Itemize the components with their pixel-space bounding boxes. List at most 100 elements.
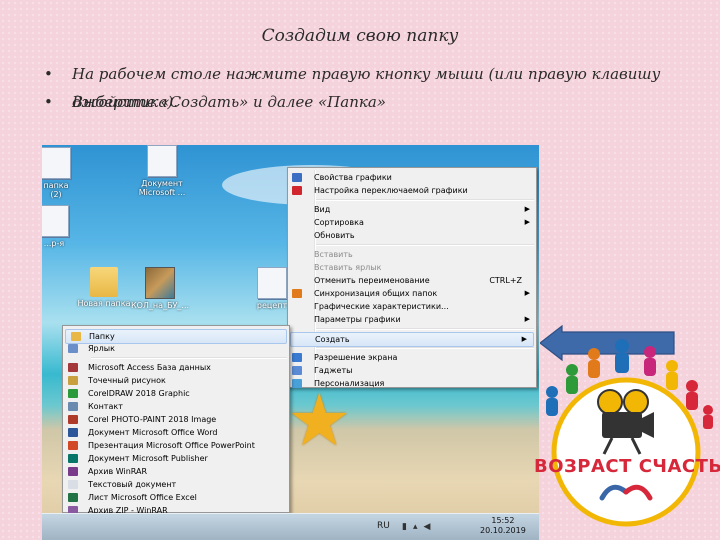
submenu-arrow-icon: ▶: [524, 218, 530, 226]
clock[interactable]: 15:52 20.10.2019: [480, 516, 526, 536]
menu-item-label: Презентация Microsoft Office PowerPoint: [88, 441, 255, 450]
folder-icon: [71, 332, 81, 341]
create-submenu-item[interactable]: Лист Microsoft Office Excel: [63, 491, 289, 504]
submenu-arrow-icon: ▶: [524, 289, 530, 297]
create-submenu: Папку Ярлык Microsoft Access База данных То…: [62, 325, 290, 528]
context-menu-item[interactable]: Синхронизация общих папок ▶: [288, 287, 536, 300]
submenu-arrow-icon: ▶: [524, 315, 530, 323]
image-file-icon: [145, 267, 175, 299]
context-menu-item[interactable]: Персонализация: [288, 377, 536, 390]
create-submenu-item[interactable]: Точечный рисунок: [63, 374, 289, 387]
menu-separator: [91, 357, 287, 359]
menu-item-label: Вставить: [314, 250, 353, 259]
context-menu-item[interactable]: Сортировка ▶: [288, 216, 536, 229]
menu-item-label: Параметры графики: [314, 315, 401, 324]
create-submenu-item[interactable]: Презентация Microsoft Office PowerPoint: [63, 439, 289, 452]
context-menu-item[interactable]: Вставить: [288, 248, 536, 261]
menu-item-label: Текстовый документ: [88, 480, 177, 489]
context-menu-item[interactable]: Разрешение экрана: [288, 351, 536, 364]
desktop-icon-label: КОЛ_на_БУ_...: [130, 301, 190, 310]
context-menu-item[interactable]: Отменить переименование CTRL+Z: [288, 274, 536, 287]
desktop-icon-label: папка (2): [43, 181, 69, 199]
desktop-icon[interactable]: КОЛ_на_БУ_...: [130, 267, 190, 310]
language-indicator[interactable]: RU: [377, 521, 390, 531]
menu-item-label: Corel PHOTO-PAINT 2018 Image: [88, 415, 217, 424]
slide-title: Создадим свою папку: [261, 26, 459, 46]
clock-time: 15:52: [491, 516, 515, 525]
document-icon: [42, 205, 69, 237]
document-icon: [257, 267, 287, 299]
photopaint-icon: [68, 415, 78, 424]
powerpoint-icon: [68, 441, 78, 450]
word-icon: [68, 428, 78, 437]
menu-item-label: Настройка переключаемой графики: [314, 186, 468, 195]
menu-item-label: Вставить ярлык: [314, 263, 382, 272]
gadgets-icon: [292, 366, 302, 375]
context-menu-item[interactable]: Параметры графики ▶: [288, 313, 536, 326]
menu-item-label: Лист Microsoft Office Excel: [88, 493, 197, 502]
text-doc-icon: [68, 480, 78, 489]
create-submenu-item[interactable]: CorelDRAW 2018 Graphic: [63, 387, 289, 400]
menu-item-label: CorelDRAW 2018 Graphic: [88, 389, 190, 398]
desktop-icon-label: Документ Microsoft ...: [138, 179, 186, 197]
context-menu-item[interactable]: Свойства графики: [288, 171, 536, 184]
desktop-icon-label: рецепт: [256, 301, 288, 310]
menu-item-label: Вид: [314, 205, 331, 214]
desktop-icon[interactable]: папка (2): [42, 147, 86, 199]
bullet-list: На рабочем столе нажмите правую кнопку м…: [44, 60, 720, 116]
menu-separator: [316, 328, 534, 330]
menu-shortcut: CTRL+Z: [489, 276, 522, 285]
create-submenu-item[interactable]: Документ Microsoft Publisher: [63, 452, 289, 465]
menu-item-label: Свойства графики: [314, 173, 392, 182]
sync-icon: [292, 289, 302, 298]
amd-graphics-icon: [292, 186, 302, 195]
context-menu-item[interactable]: Графические характеристики...: [288, 300, 536, 313]
menu-separator: [316, 347, 534, 349]
desktop-icon[interactable]: ...р-я: [42, 205, 84, 248]
shortcut-icon: [68, 344, 78, 353]
taskbar: RU ▮▴◀ 15:52 20.10.2019: [42, 513, 539, 540]
context-menu-item[interactable]: Обновить: [288, 229, 536, 242]
context-menu-item[interactable]: Настройка переключаемой графики: [288, 184, 536, 197]
tray-icons[interactable]: ▮▴◀: [402, 522, 436, 532]
menu-item-label: Архив WinRAR: [88, 467, 148, 476]
menu-separator: [316, 199, 534, 201]
menu-item-label: Microsoft Access База данных: [88, 363, 211, 372]
desktop-icon-label: ...р-я: [43, 239, 65, 248]
access-icon: [68, 363, 78, 372]
context-menu-item[interactable]: Вид ▶: [288, 203, 536, 216]
submenu-arrow-icon: ▶: [521, 335, 527, 343]
display-icon: [292, 353, 302, 362]
create-submenu-item[interactable]: Corel PHOTO-PAINT 2018 Image: [63, 413, 289, 426]
contact-icon: [68, 402, 78, 411]
menu-item-label: Синхронизация общих папок: [314, 289, 438, 298]
bullet-item: Выберите «Создать» и далее «Папка»: [44, 88, 720, 116]
menu-item-label: Графические характеристики...: [314, 302, 449, 311]
create-submenu-item[interactable]: Ярлык: [63, 342, 289, 355]
create-submenu-item[interactable]: Документ Microsoft Office Word: [63, 426, 289, 439]
create-submenu-item[interactable]: Архив WinRAR: [63, 465, 289, 478]
menu-item-label: Создать: [315, 335, 350, 344]
coreldraw-icon: [68, 389, 78, 398]
submenu-arrow-icon: ▶: [524, 205, 530, 213]
publisher-icon: [68, 454, 78, 463]
menu-item-label: Гаджеты: [314, 366, 353, 375]
create-submenu-item[interactable]: Текстовый документ: [63, 478, 289, 491]
logo-text: ВОЗРАСТ СЧАСТЬЯ: [534, 456, 720, 477]
bitmap-icon: [68, 376, 78, 385]
desktop-icon[interactable]: Документ Microsoft ...: [132, 145, 192, 197]
menu-item-label: Персонализация: [314, 379, 385, 388]
menu-separator: [316, 244, 534, 246]
bullet-item: На рабочем столе нажмите правую кнопку м…: [44, 60, 720, 111]
context-menu-item[interactable]: Создать ▶: [290, 332, 534, 347]
context-menu-item[interactable]: Гаджеты: [288, 364, 536, 377]
intel-graphics-icon: [292, 173, 302, 182]
context-menu-item[interactable]: Вставить ярлык: [288, 261, 536, 274]
desktop-icon[interactable]: Новая папка: [74, 267, 134, 308]
create-submenu-item[interactable]: Microsoft Access База данных: [63, 361, 289, 374]
menu-item-label: Документ Microsoft Publisher: [88, 454, 208, 463]
menu-item-label: Точечный рисунок: [88, 376, 166, 385]
menu-item-label: Разрешение экрана: [314, 353, 398, 362]
create-submenu-item[interactable]: Контакт: [63, 400, 289, 413]
document-icon: [42, 147, 71, 179]
